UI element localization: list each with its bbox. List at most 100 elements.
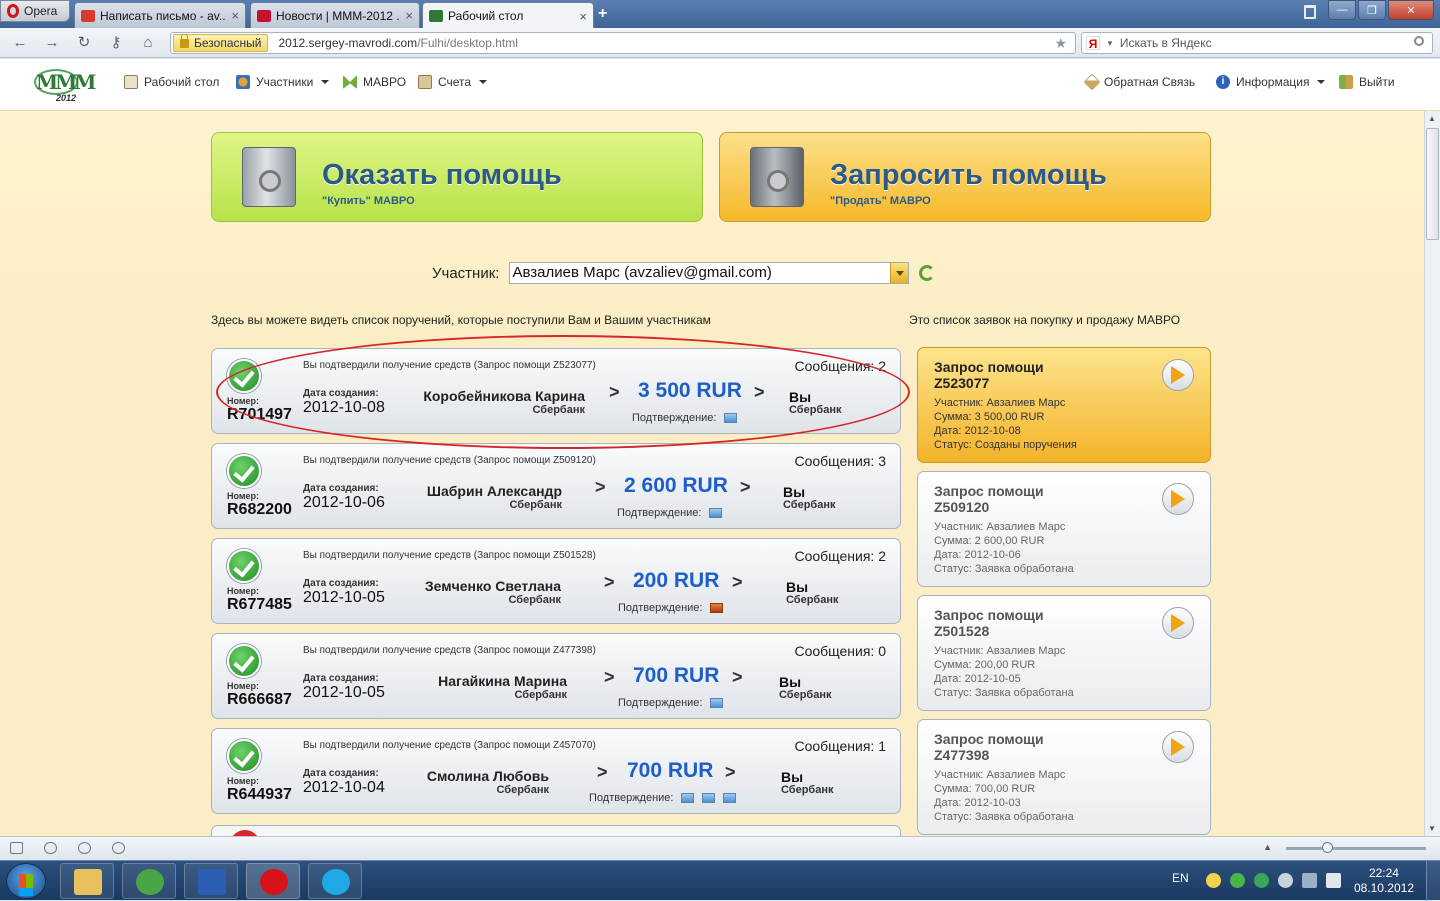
help-request-card[interactable]: Запрос помощи Z501528 Участник: Авзалиев М… (917, 595, 1211, 711)
search-engine-dropdown-icon[interactable]: ▼ (1106, 39, 1114, 48)
order-messages-link[interactable]: Сообщения: 2 (794, 358, 886, 374)
security-badge[interactable]: Безопасный (173, 33, 269, 52)
close-window-button[interactable]: ✕ (1388, 0, 1434, 20)
minimize-button[interactable]: — (1328, 0, 1356, 20)
check-tray-icon[interactable] (1230, 873, 1245, 888)
mmm-logo[interactable]: МММ 2012 (32, 67, 96, 103)
arrow-right-icon[interactable] (1162, 731, 1194, 763)
action-center-icon[interactable] (1302, 873, 1317, 888)
url-domain: 2012.sergey-mavrodi.com (278, 36, 418, 50)
zoom-slider-knob[interactable] (1322, 842, 1333, 853)
network-tray-icon[interactable] (1278, 873, 1293, 888)
language-indicator[interactable]: EN (1172, 871, 1189, 885)
panel-toggle-icon[interactable] (10, 842, 23, 854)
nav-mavro[interactable]: МАВРО (343, 75, 406, 89)
nav-members[interactable]: Участники (236, 75, 330, 89)
requests-caption: Это список заявок на покупку и продажу М… (909, 313, 1181, 327)
confirmation-image-icon[interactable] (710, 698, 724, 708)
help-request-card[interactable]: Запрос помощи Z477398 Участник: Авзалиев М… (917, 719, 1211, 835)
nav-accounts[interactable]: Счета (418, 75, 488, 89)
search-field[interactable]: Я ▼ Искать в Яндекс (1081, 32, 1433, 54)
order-messages-link[interactable]: Сообщения: 0 (794, 643, 886, 659)
volume-icon[interactable] (1326, 873, 1341, 888)
ask-help-button[interactable]: Запросить помощь "Продать" МАВРО (719, 132, 1211, 222)
help-request-card[interactable]: Запрос помощи Z523077 Участник: Авзалиев М… (917, 347, 1211, 463)
order-messages-link[interactable]: Сообщения: 3 (794, 453, 886, 469)
arrow-separator: > (732, 667, 743, 687)
scroll-thumb[interactable] (1426, 128, 1439, 240)
confirmation-image-icon[interactable] (709, 508, 723, 518)
home-icon[interactable]: ⌂ (138, 34, 158, 52)
search-icon[interactable] (1414, 36, 1424, 46)
arrow-right-icon[interactable] (1162, 359, 1194, 391)
order-card[interactable]: Номер: R666687 Вы подтвердили получение ср… (211, 633, 901, 719)
nav-desktop[interactable]: Рабочий стол (124, 75, 219, 89)
order-messages-link[interactable]: Сообщения: 1 (794, 738, 886, 754)
sender-bank: Сбербанк (508, 594, 562, 606)
safe-icon (242, 147, 296, 207)
nav-feedback[interactable]: Обратная Связь (1083, 73, 1195, 91)
order-amount: 3 500 RUR (638, 379, 742, 402)
nav-info[interactable]: i Информация (1216, 75, 1326, 89)
taskbar-app-opera[interactable] (246, 863, 300, 899)
show-desktop-button[interactable] (1426, 861, 1440, 901)
browser-tab[interactable]: Написать письмо - av... × (74, 2, 246, 28)
share-icon[interactable] (78, 842, 91, 854)
confirmation-image-icon[interactable] (702, 793, 716, 803)
key-icon[interactable]: ⚷ (106, 34, 126, 52)
confirmation-image-icon[interactable] (723, 793, 737, 803)
scroll-up-icon[interactable]: ▲ (1428, 114, 1436, 123)
zoom-slider[interactable] (1286, 842, 1426, 853)
clock[interactable]: 22:24 08.10.2012 (1354, 866, 1414, 896)
arrow-separator: > (604, 572, 615, 592)
give-help-button[interactable]: Оказать помощь "Купить" МАВРО (211, 132, 703, 222)
url-text[interactable]: 2012.sergey-mavrodi.com/Fulhi/desktop.ht… (278, 36, 517, 50)
closed-tabs-trash-icon[interactable] (1304, 5, 1316, 19)
order-card[interactable]: Номер: R682200 Вы подтвердили получение ср… (211, 443, 901, 529)
arrow-right-icon[interactable] (1162, 483, 1194, 515)
confirmed-check-icon (227, 739, 261, 773)
start-button[interactable] (6, 863, 46, 899)
arrow-right-icon[interactable] (1162, 607, 1194, 639)
forward-icon[interactable]: → (42, 34, 62, 52)
confirmation-image-icon[interactable] (710, 603, 724, 613)
page-scrollbar[interactable]: ▲ ▼ (1424, 111, 1440, 836)
smiley-tray-icon[interactable] (1206, 873, 1221, 888)
refresh-icon[interactable] (919, 265, 936, 281)
taskbar-app-explorer[interactable] (60, 863, 114, 899)
help-request-card[interactable]: Запрос помощи Z509120 Участник: Авзалиев М… (917, 471, 1211, 587)
browser-tab[interactable]: Рабочий стол × (422, 2, 594, 29)
member-select[interactable]: Авзалиев Марс (avzaliev@gmail.com) (509, 262, 910, 284)
zoom-up-icon[interactable]: ▲ (1263, 842, 1272, 852)
tab-close-icon[interactable]: × (579, 9, 587, 24)
reload-icon[interactable]: ↻ (74, 34, 94, 52)
new-tab-button[interactable]: + (598, 5, 607, 23)
address-bar[interactable]: Безопасный 2012.sergey-mavrodi.com/Fulhi… (170, 32, 1076, 54)
order-card[interactable]: Номер: R644937 Вы подтвердили получение ср… (211, 728, 901, 814)
yandex-icon[interactable]: Я (1086, 36, 1100, 51)
order-messages-link[interactable]: Сообщения: 2 (794, 548, 886, 564)
confirmation-image-icon[interactable] (724, 413, 738, 423)
taskbar-app-skype[interactable] (308, 863, 362, 899)
nav-info-label: Информация (1236, 75, 1310, 89)
tab-close-icon[interactable]: × (405, 8, 413, 23)
back-icon[interactable]: ← (10, 34, 30, 52)
sender-name: Нагайкина Марина (438, 673, 567, 689)
maximize-button[interactable]: ❐ (1358, 0, 1386, 20)
confirmation-image-icon[interactable] (681, 793, 695, 803)
nav-logout[interactable]: Выйти (1339, 75, 1395, 89)
speed-dial-icon[interactable] (112, 842, 125, 854)
taskbar-app-save[interactable] (184, 863, 238, 899)
cloud-icon[interactable] (44, 842, 57, 854)
browser-tab[interactable]: Новости | МММ-2012 ... × (250, 2, 420, 28)
accounts-icon (418, 75, 432, 89)
opera-menu-button[interactable]: Opera (0, 0, 70, 22)
order-card[interactable]: Номер: R701497 Вы подтвердили получение ср… (211, 348, 901, 434)
chevron-down-icon[interactable] (890, 263, 909, 283)
order-card[interactable]: Номер: R677485 Вы подтвердили получение ср… (211, 538, 901, 624)
info-tray-icon[interactable] (1254, 873, 1269, 888)
tab-close-icon[interactable]: × (231, 8, 239, 23)
bookmark-star-icon[interactable]: ★ (1054, 35, 1067, 52)
taskbar-app-chrome[interactable] (122, 863, 176, 899)
scroll-down-icon[interactable]: ▼ (1428, 824, 1436, 833)
